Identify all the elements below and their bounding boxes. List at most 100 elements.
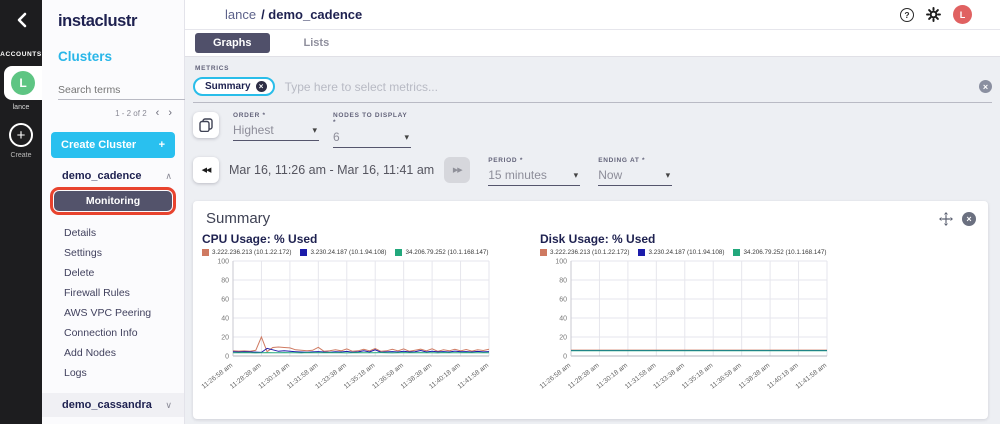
create-cluster-label: Create Cluster <box>61 139 136 151</box>
tabs-row: Graphs Lists <box>185 30 1000 57</box>
instaclustr-logo: instaclustr <box>58 12 184 31</box>
add-account-icon[interactable]: + <box>9 123 33 147</box>
plus-icon: + <box>159 139 165 151</box>
sidebar: instaclustr Clusters 1 - 2 of 2 ‹ › Crea… <box>42 0 185 424</box>
period-value: 15 minutes <box>488 168 547 182</box>
sidebar-item-monitoring[interactable]: Monitoring <box>54 191 172 211</box>
panel-title: Summary <box>206 210 270 227</box>
back-chevron-icon[interactable] <box>16 12 27 33</box>
legend-swatch-icon <box>638 249 645 256</box>
move-panel-icon[interactable] <box>939 212 953 226</box>
chevron-up-icon: ∧ <box>165 171 172 182</box>
chart-plot: 11:26:58 am11:28:38 am11:30:18 am11:31:5… <box>195 256 533 413</box>
chart-title: Disk Usage: % Used <box>540 232 871 246</box>
sidebar-item-connection-info[interactable]: Connection Info <box>42 323 184 343</box>
content: METRICS Summary × Type here to select me… <box>185 57 1000 424</box>
legend-item: 3.222.236.213 (10.1.22.172) <box>540 249 629 256</box>
charts-row: CPU Usage: % Used 3.222.236.213 (10.1.22… <box>193 229 988 413</box>
metrics-placeholder: Type here to select metrics... <box>285 80 438 94</box>
close-panel-icon[interactable]: × <box>962 212 976 226</box>
legend-label: 3.222.236.213 (10.1.22.172) <box>212 249 291 256</box>
clusters-heading: Clusters <box>58 49 184 64</box>
tab-graphs[interactable]: Graphs <box>195 33 270 53</box>
nodes-value: 6 <box>333 130 340 144</box>
legend-swatch-icon <box>202 249 209 256</box>
legend-swatch-icon <box>540 249 547 256</box>
remove-metric-icon[interactable]: × <box>256 81 267 92</box>
gear-icon[interactable] <box>926 7 941 22</box>
legend-label: 34.206.79.252 (10.1.168.147) <box>405 249 488 256</box>
chart-plot: 11:26:58 am11:28:38 am11:30:18 am11:31:5… <box>533 256 871 413</box>
caret-down-icon: ▾ <box>574 170 579 181</box>
legend-item: 3.222.236.213 (10.1.22.172) <box>202 249 291 256</box>
account-name: lance <box>13 104 30 111</box>
search-input[interactable] <box>58 81 193 100</box>
legend-label: 3.222.236.213 (10.1.22.172) <box>550 249 629 256</box>
ending-at-select[interactable]: Now ▾ <box>598 166 672 186</box>
legend-swatch-icon <box>300 249 307 256</box>
active-account-tab[interactable]: L <box>4 66 42 100</box>
date-range-label: Mar 16, 11:26 am - Mar 16, 11:41 am <box>229 163 434 177</box>
sidebar-item-demo-cadence[interactable]: demo_cadence ∧ <box>62 170 172 182</box>
sidebar-item-logs[interactable]: Logs <box>42 363 184 383</box>
cluster-menu: Details Settings Delete Firewall Rules A… <box>42 223 184 383</box>
metric-chip-summary[interactable]: Summary × <box>193 77 275 96</box>
forward-icon: ▶▶ <box>453 166 462 174</box>
accounts-label: ACCOUNTS <box>0 51 42 58</box>
tab-lists[interactable]: Lists <box>304 37 330 49</box>
user-avatar[interactable]: L <box>953 5 972 24</box>
period-select[interactable]: 15 minutes ▾ <box>488 166 580 186</box>
chart-title: CPU Usage: % Used <box>202 232 533 246</box>
svg-text:20: 20 <box>559 334 567 341</box>
order-value: Highest <box>233 123 274 137</box>
pagination-label: 1 - 2 of 2 <box>115 109 147 118</box>
nodes-to-display-label: NODES TO DISPLAY * <box>333 112 411 126</box>
clear-metrics-icon[interactable]: × <box>979 80 992 93</box>
svg-text:11:41:58 am: 11:41:58 am <box>457 362 491 391</box>
svg-text:60: 60 <box>221 296 229 303</box>
sidebar-item-details[interactable]: Details <box>42 223 184 243</box>
rewind-icon: ◀◀ <box>202 166 211 174</box>
metrics-select-field[interactable]: Summary × Type here to select metrics...… <box>193 77 992 103</box>
page-next-icon[interactable]: › <box>168 107 172 119</box>
chart-canvas: 11:26:58 am11:28:38 am11:30:18 am11:31:5… <box>195 256 533 408</box>
metrics-label: METRICS <box>195 65 992 72</box>
breadcrumb-account[interactable]: lance <box>225 7 256 22</box>
forward-button[interactable]: ▶▶ <box>444 157 470 183</box>
rewind-button[interactable]: ◀◀ <box>193 157 219 183</box>
svg-text:100: 100 <box>217 258 229 265</box>
page-prev-icon[interactable]: ‹ <box>156 107 160 119</box>
legend-item: 34.206.79.252 (10.1.168.147) <box>395 249 488 256</box>
help-icon[interactable]: ? <box>900 8 914 22</box>
sidebar-item-demo-cassandra[interactable]: demo_cassandra ∨ <box>42 393 184 417</box>
summary-panel: Summary × CPU Usage: % Used 3.222.236.21… <box>193 201 988 419</box>
chart-legend: 3.222.236.213 (10.1.22.172) 3.230.24.187 … <box>540 249 871 256</box>
order-select[interactable]: Highest ▾ <box>233 121 319 141</box>
sidebar-item-delete[interactable]: Delete <box>42 263 184 283</box>
ending-at-label: ENDING AT * <box>598 157 672 164</box>
legend-item: 3.230.24.187 (10.1.94.108) <box>638 249 724 256</box>
account-rail: ACCOUNTS L lance + Create <box>0 0 42 424</box>
create-cluster-button[interactable]: Create Cluster + <box>51 132 175 158</box>
svg-text:0: 0 <box>563 353 567 360</box>
svg-text:60: 60 <box>559 296 567 303</box>
metric-chip-label: Summary <box>205 81 251 92</box>
copy-layout-button[interactable] <box>193 112 219 138</box>
cpu-usage-chart: CPU Usage: % Used 3.222.236.213 (10.1.22… <box>195 229 533 413</box>
sidebar-item-settings[interactable]: Settings <box>42 243 184 263</box>
breadcrumb: lance / demo_cadence <box>225 7 362 22</box>
sidebar-item-firewall-rules[interactable]: Firewall Rules <box>42 283 184 303</box>
nodes-to-display-select[interactable]: 6 ▾ <box>333 128 411 148</box>
copy-icon <box>199 118 213 132</box>
order-controls-row: ORDER * Highest ▾ NODES TO DISPLAY * 6 ▾ <box>193 112 992 148</box>
sidebar-item-add-nodes[interactable]: Add Nodes <box>42 343 184 363</box>
chart-legend: 3.222.236.213 (10.1.22.172)3.230.24.187 … <box>202 249 533 256</box>
legend-swatch-icon <box>733 249 740 256</box>
sidebar-item-aws-vpc-peering[interactable]: AWS VPC Peering <box>42 303 184 323</box>
disk-usage-chart: Disk Usage: % Used 3.222.236.213 (10.1.2… <box>533 229 871 413</box>
chart-canvas: 11:26:58 am11:28:38 am11:30:18 am11:31:5… <box>533 256 871 408</box>
time-controls-row: ◀◀ Mar 16, 11:26 am - Mar 16, 11:41 am ▶… <box>193 157 992 186</box>
period-label: PERIOD * <box>488 157 580 164</box>
account-avatar[interactable]: L <box>11 71 35 95</box>
caret-down-icon: ▾ <box>312 125 317 136</box>
